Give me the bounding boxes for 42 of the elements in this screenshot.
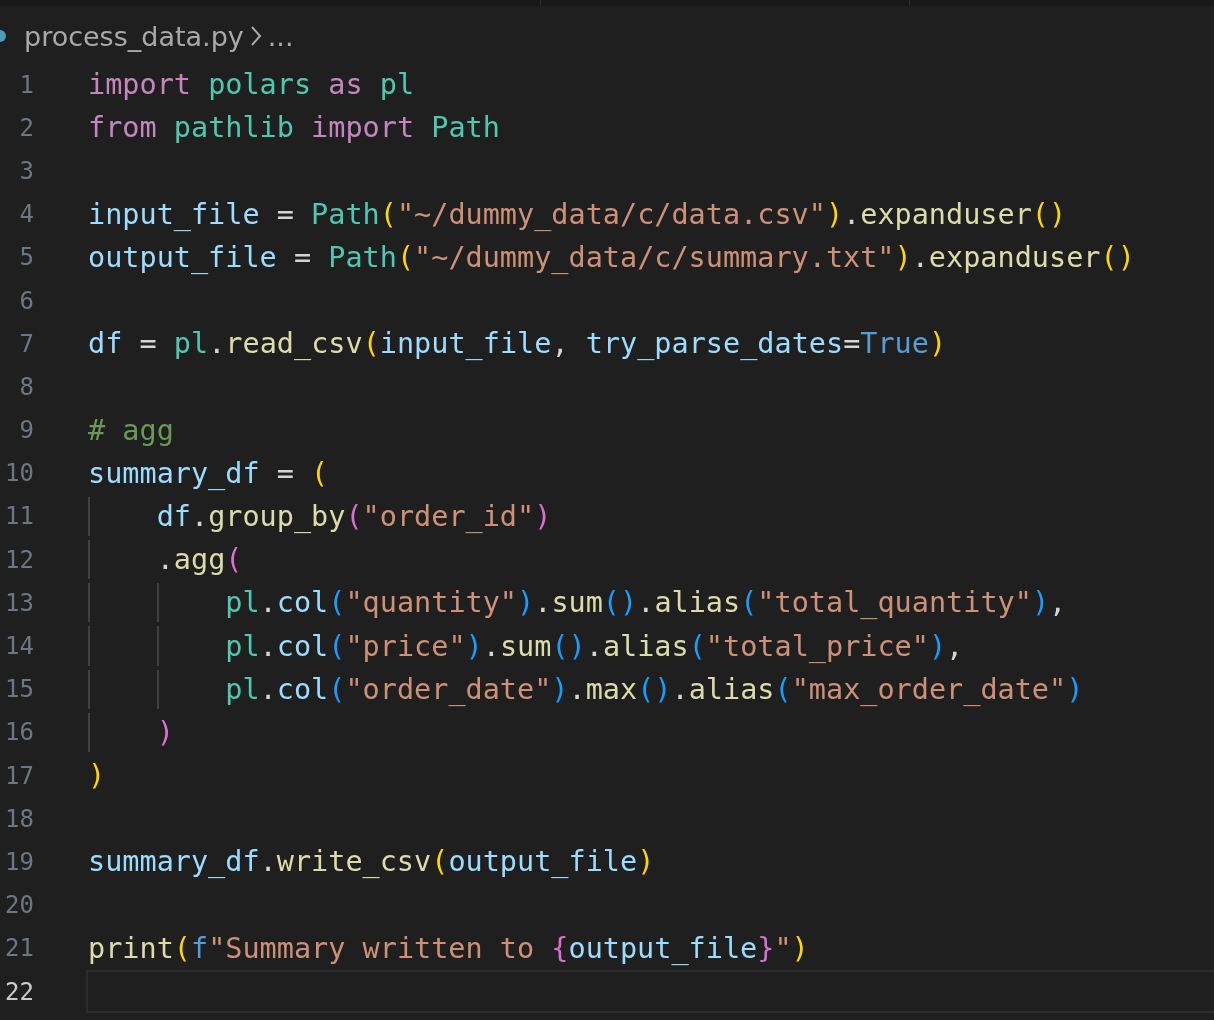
code-line: # agg [88, 413, 174, 447]
code-line: pl.col("order_date").max().alias("max_order_date") [224, 672, 1084, 706]
line-number: 4 [18, 200, 35, 229]
line-number: 3 [18, 156, 35, 185]
code-line: .agg( [155, 543, 243, 577]
line-number: 18 [4, 804, 35, 833]
code-line: ) [88, 759, 106, 793]
line-number: 6 [18, 286, 35, 315]
chevron-right-icon [249, 25, 262, 47]
code-line: pl.col("quantity").sum().alias("total_quantity"), [224, 586, 1067, 620]
line-number: 8 [18, 372, 35, 401]
line-number: 12 [4, 545, 35, 574]
line-number: 17 [4, 761, 35, 790]
code-line: ) [155, 715, 174, 749]
code-line: pl.col("price").sum().alias("total_price"), [224, 629, 964, 663]
line-number: 14 [4, 632, 35, 661]
code-line: summary_df.write_csv(output_file) [88, 845, 655, 879]
code-line: import polars as pl [88, 68, 415, 102]
line-number: 7 [18, 329, 35, 358]
line-number: 15 [4, 675, 35, 704]
line-number: 9 [18, 416, 35, 445]
code-line: from pathlib import Path [88, 111, 500, 145]
line-number: 16 [4, 718, 35, 747]
line-number: 22 [4, 977, 35, 1006]
code-line: df = pl.read_csv(input_file, try_parse_dates=True) [88, 327, 947, 361]
breadcrumb-file[interactable]: process_data.py [24, 20, 244, 52]
line-number: 20 [4, 891, 35, 920]
code-line: output_file = Path("~/dummy_data/c/summary.txt").expanduser() [88, 240, 1135, 274]
line-number: 2 [18, 113, 35, 142]
file-type-icon [0, 30, 6, 42]
line-number: 19 [4, 847, 35, 876]
code-line: summary_df = ( [88, 456, 329, 490]
line-number: 21 [4, 934, 35, 963]
line-number: 5 [18, 243, 35, 272]
code-line: input_file = Path("~/dummy_data/c/data.csv").expanduser() [88, 197, 1067, 231]
line-number: 10 [4, 459, 35, 488]
breadcrumb-more[interactable]: ... [267, 20, 294, 52]
code-line: print(f"Summary written to {output_file}") [88, 931, 809, 965]
code-line: df.group_by("order_id") [155, 499, 552, 533]
line-number: 11 [4, 502, 35, 531]
line-number: 13 [4, 588, 35, 617]
line-number: 1 [18, 70, 35, 99]
